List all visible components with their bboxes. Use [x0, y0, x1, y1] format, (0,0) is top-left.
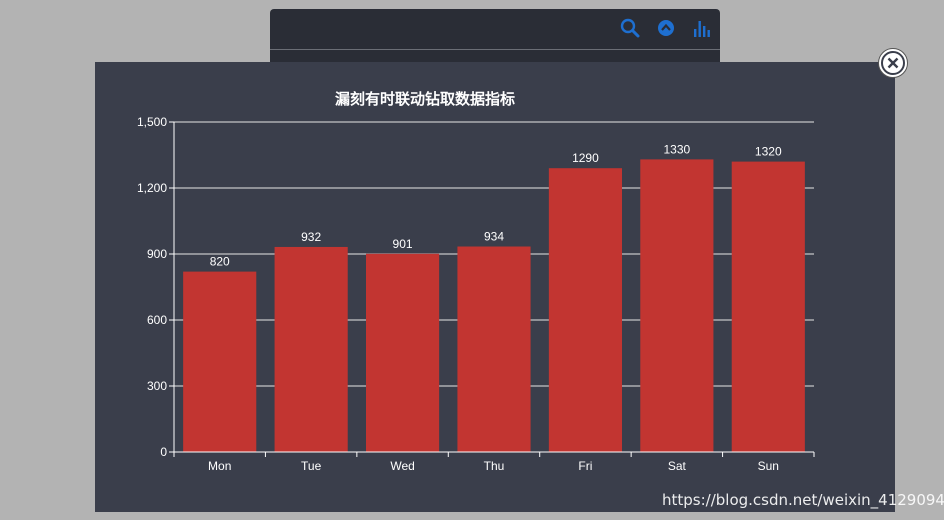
bar-wed[interactable]: [366, 253, 440, 452]
bar-thu[interactable]: [457, 246, 531, 452]
close-button[interactable]: [878, 48, 908, 78]
bar-tue[interactable]: [274, 246, 348, 452]
bar-chart: 漏刻有时联动钻取数据指标 0 300 600 900 1,200 1,500 820 932…: [137, 90, 815, 473]
data-label: 1320: [755, 145, 782, 159]
bar-chart-icon[interactable]: [691, 17, 713, 39]
data-label: 1330: [664, 142, 691, 156]
refresh-icon[interactable]: [655, 17, 677, 39]
bar-sun[interactable]: [731, 161, 805, 452]
panel-divider: [270, 49, 720, 50]
y-tick-label: 900: [147, 247, 167, 261]
bar-mon[interactable]: [183, 271, 257, 452]
data-label: 901: [393, 237, 413, 251]
x-axis: Mon Tue Wed Thu Fri Sat Sun: [173, 451, 815, 473]
y-tick-label: 0: [160, 445, 167, 459]
x-tick-label: Thu: [484, 459, 505, 473]
x-tick-label: Sat: [668, 459, 687, 473]
y-tick-label: 300: [147, 379, 167, 393]
data-label: 934: [484, 230, 504, 244]
bars: [183, 159, 805, 452]
y-tick-label: 600: [147, 313, 167, 327]
data-label: 1290: [572, 151, 599, 165]
data-label: 820: [210, 255, 230, 269]
bar-sat[interactable]: [640, 159, 714, 452]
chart-modal: 漏刻有时联动钻取数据指标 0 300 600 900 1,200 1,500 820 932…: [95, 62, 895, 512]
watermark: https://blog.csdn.net/weixin_41290949: [662, 491, 944, 509]
x-tick-label: Wed: [390, 459, 414, 473]
data-label: 932: [301, 230, 321, 244]
close-icon: [881, 51, 905, 75]
zoom-icon[interactable]: [619, 17, 641, 39]
y-axis: 0 300 600 900 1,200 1,500: [137, 115, 175, 459]
y-tick-label: 1,500: [137, 115, 167, 129]
x-tick-label: Fri: [578, 459, 592, 473]
x-tick-label: Tue: [301, 459, 322, 473]
x-tick-label: Sun: [758, 459, 779, 473]
bar-fri[interactable]: [548, 168, 622, 452]
y-tick-label: 1,200: [137, 181, 167, 195]
chart-title: 漏刻有时联动钻取数据指标: [335, 90, 515, 108]
x-tick-label: Mon: [208, 459, 231, 473]
